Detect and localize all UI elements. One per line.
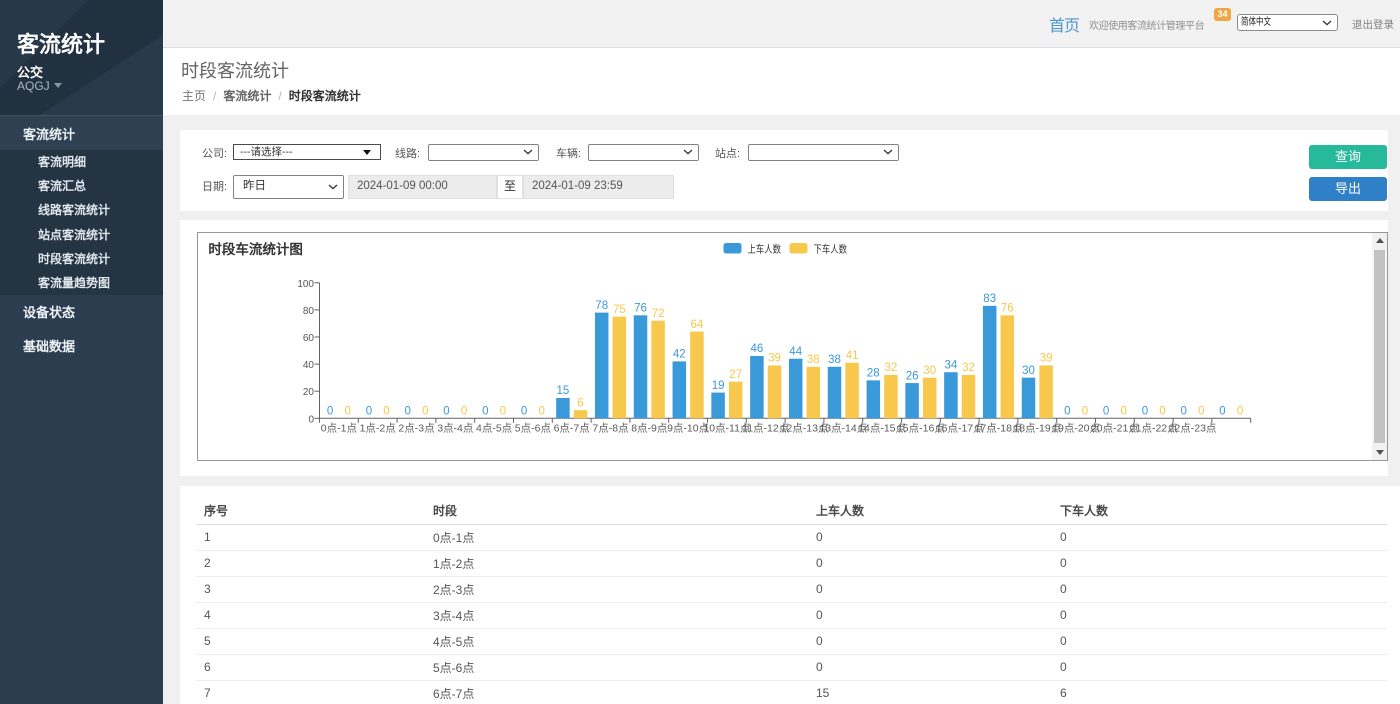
svg-text:0: 0 — [1198, 406, 1204, 418]
svg-text:60: 60 — [303, 333, 315, 344]
svg-text:0: 0 — [538, 406, 544, 418]
svg-text:75: 75 — [613, 304, 626, 316]
svg-text:0: 0 — [308, 414, 314, 425]
svg-text:26: 26 — [906, 370, 919, 382]
svg-text:0: 0 — [1142, 406, 1148, 418]
svg-text:30: 30 — [1022, 365, 1035, 377]
svg-text:38: 38 — [828, 354, 841, 366]
svg-text:5点-6点: 5点-6点 — [515, 423, 551, 435]
svg-text:83: 83 — [983, 293, 996, 305]
svg-text:0: 0 — [521, 406, 527, 418]
svg-text:30: 30 — [923, 365, 936, 377]
svg-text:0: 0 — [383, 406, 389, 418]
svg-text:80: 80 — [303, 306, 315, 317]
svg-text:上车人数: 上车人数 — [748, 242, 782, 255]
svg-text:0: 0 — [482, 406, 488, 418]
svg-text:0: 0 — [1103, 406, 1109, 418]
svg-text:0: 0 — [344, 406, 350, 418]
svg-text:0: 0 — [422, 406, 428, 418]
svg-text:4点-5点: 4点-5点 — [476, 423, 512, 435]
svg-text:0: 0 — [1064, 406, 1070, 418]
svg-text:38: 38 — [807, 354, 820, 366]
svg-text:40: 40 — [303, 360, 315, 371]
svg-text:78: 78 — [595, 300, 608, 312]
svg-text:2点-3点: 2点-3点 — [398, 423, 434, 435]
svg-text:76: 76 — [634, 303, 647, 315]
svg-text:0: 0 — [327, 406, 333, 418]
svg-text:8点-9点: 8点-9点 — [631, 423, 667, 435]
svg-text:下车人数: 下车人数 — [814, 242, 848, 255]
svg-text:76: 76 — [1001, 303, 1014, 315]
svg-text:32: 32 — [885, 362, 898, 374]
svg-text:0点-1点: 0点-1点 — [321, 423, 357, 435]
svg-text:0: 0 — [404, 406, 410, 418]
svg-text:0: 0 — [1159, 406, 1165, 418]
svg-text:20: 20 — [303, 387, 315, 398]
svg-text:3点-4点: 3点-4点 — [437, 423, 473, 435]
svg-text:0: 0 — [1237, 406, 1243, 418]
svg-text:时段车流统计图: 时段车流统计图 — [208, 241, 303, 257]
svg-text:7点-8点: 7点-8点 — [592, 423, 628, 435]
svg-text:0: 0 — [1219, 406, 1225, 418]
svg-text:19: 19 — [712, 380, 725, 392]
svg-text:0: 0 — [1120, 406, 1126, 418]
svg-text:1点-2点: 1点-2点 — [360, 423, 396, 435]
svg-text:34: 34 — [945, 359, 958, 371]
svg-text:15: 15 — [557, 385, 570, 397]
svg-text:6: 6 — [577, 397, 583, 409]
svg-text:39: 39 — [1040, 353, 1053, 365]
svg-text:0: 0 — [500, 406, 506, 418]
svg-text:42: 42 — [673, 349, 686, 361]
svg-text:64: 64 — [691, 319, 704, 331]
svg-text:0: 0 — [461, 406, 467, 418]
svg-text:100: 100 — [297, 279, 314, 290]
svg-text:72: 72 — [652, 308, 665, 320]
svg-text:46: 46 — [751, 343, 764, 355]
svg-text:6点-7点: 6点-7点 — [554, 423, 590, 435]
svg-text:44: 44 — [789, 346, 802, 358]
svg-text:39: 39 — [768, 353, 781, 365]
svg-text:41: 41 — [846, 350, 859, 362]
svg-text:0: 0 — [366, 406, 372, 418]
svg-text:0: 0 — [1082, 406, 1088, 418]
svg-text:22点-23点: 22点-23点 — [1169, 423, 1217, 435]
svg-text:28: 28 — [867, 368, 880, 380]
svg-text:27: 27 — [729, 369, 742, 381]
svg-text:32: 32 — [962, 362, 975, 374]
svg-text:0: 0 — [1180, 406, 1186, 418]
svg-text:0: 0 — [443, 406, 449, 418]
